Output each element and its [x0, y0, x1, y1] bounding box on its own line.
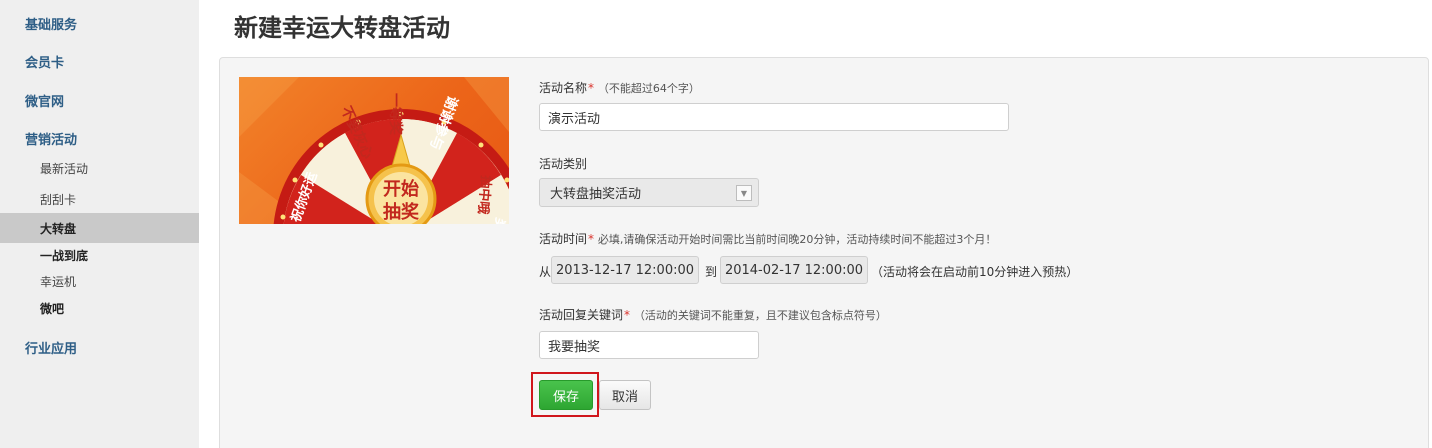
- sidebar-item-label: 会员卡: [25, 55, 65, 71]
- activity-time-label: 活动时间: [539, 232, 588, 246]
- sidebar-item-latest-activities[interactable]: 最新活动: [0, 154, 199, 182]
- reply-keyword-input[interactable]: 我要抽奖: [539, 331, 759, 359]
- sidebar: 基础服务 会员卡 微官网 营销活动 最新活动 刮刮卡 大转盘 一战到底 幸运机 …: [0, 0, 199, 448]
- activity-type-select[interactable]: 大转盘抽奖活动 ▼: [539, 178, 759, 207]
- dropdown-arrow-icon[interactable]: ▼: [736, 185, 752, 201]
- activity-time-hint: 必填,请确保活动开始时间需比当前时间晚20分钟，活动持续时间不能超过3个月！: [597, 233, 997, 246]
- sidebar-item-label: 刮刮卡: [40, 192, 77, 207]
- lucky-wheel-illustration: 开始 抽奖 一等奖 谢谢参与 不要灰心 抽中哦 祝你好运 奖: [239, 77, 509, 224]
- required-mark: *: [624, 308, 631, 322]
- sidebar-item-fight-to-end[interactable]: 一战到底: [0, 241, 199, 269]
- sidebar-item-label: 微吧: [40, 301, 65, 316]
- end-time-value: 2014-02-17 12:00:00: [724, 262, 864, 278]
- required-mark: *: [588, 81, 595, 95]
- sidebar-item-label: 大转盘: [40, 221, 77, 236]
- time-from-label: 从: [539, 265, 552, 279]
- activity-name-input[interactable]: 演示活动: [539, 103, 1009, 131]
- sidebar-item-micro-bar[interactable]: 微吧: [0, 294, 199, 322]
- activity-type-selected: 大转盘抽奖活动: [550, 187, 642, 202]
- activity-name-label-row: 活动名称* （不能超过64个字）: [539, 79, 700, 98]
- activity-name-hint: （不能超过64个字）: [597, 82, 700, 95]
- save-button[interactable]: 保存: [539, 380, 593, 410]
- sidebar-item-label: 基础服务: [25, 17, 78, 33]
- reply-keyword-label: 活动回复关键词: [539, 308, 624, 322]
- sidebar-item-basic-services[interactable]: 基础服务: [0, 9, 199, 37]
- start-time-value: 2013-12-17 12:00:00: [555, 262, 695, 278]
- sidebar-item-marketing[interactable]: 营销活动: [0, 124, 199, 152]
- wheel-segment-partial-right: 抽中哦: [475, 175, 494, 215]
- reply-keyword-label-row: 活动回复关键词* （活动的关键词不能重复，且不建议包含标点符号）: [539, 306, 887, 325]
- lucky-wheel-banner: 开始 抽奖 一等奖 谢谢参与 不要灰心 抽中哦 祝你好运 奖: [239, 77, 509, 224]
- sidebar-item-label: 营销活动: [25, 132, 78, 148]
- cancel-button[interactable]: 取消: [599, 380, 651, 410]
- wheel-center-text-line1: 开始: [383, 178, 419, 200]
- sidebar-item-lucky-machine[interactable]: 幸运机: [0, 267, 199, 295]
- activity-name-value: 演示活动: [548, 111, 601, 127]
- sidebar-item-lucky-wheel[interactable]: 大转盘: [0, 213, 199, 243]
- sidebar-item-micro-website[interactable]: 微官网: [0, 86, 199, 114]
- sidebar-item-industry-apps[interactable]: 行业应用: [0, 333, 199, 361]
- sidebar-item-label: 行业应用: [25, 341, 78, 357]
- wheel-center-text-line2: 抽奖: [383, 201, 420, 223]
- sidebar-item-label: 微官网: [25, 94, 65, 110]
- sidebar-item-scratch-card[interactable]: 刮刮卡: [0, 185, 199, 213]
- start-time-field[interactable]: 2013-12-17 12:00:00: [551, 256, 699, 284]
- end-time-field[interactable]: 2014-02-17 12:00:00: [720, 256, 868, 284]
- page-title: 新建幸运大转盘活动: [234, 14, 450, 42]
- sidebar-item-member-card[interactable]: 会员卡: [0, 47, 199, 75]
- reply-keyword-value: 我要抽奖: [548, 339, 601, 355]
- activity-type-label: 活动类别: [539, 157, 588, 171]
- sidebar-item-label: 幸运机: [40, 274, 77, 289]
- time-to-label: 到: [705, 265, 718, 279]
- preheat-note: （活动将会在启动前10分钟进入预热）: [871, 265, 1079, 279]
- reply-keyword-hint: （活动的关键词不能重复，且不建议包含标点符号）: [633, 309, 887, 322]
- sidebar-item-label: 最新活动: [40, 161, 89, 176]
- required-mark: *: [588, 232, 595, 246]
- wheel-segment-first-prize: 一等奖: [387, 93, 404, 136]
- activity-name-label: 活动名称: [539, 81, 588, 95]
- sidebar-item-label: 一战到底: [40, 248, 89, 263]
- activity-time-label-row: 活动时间* 必填,请确保活动开始时间需比当前时间晚20分钟，活动持续时间不能超过…: [539, 230, 996, 249]
